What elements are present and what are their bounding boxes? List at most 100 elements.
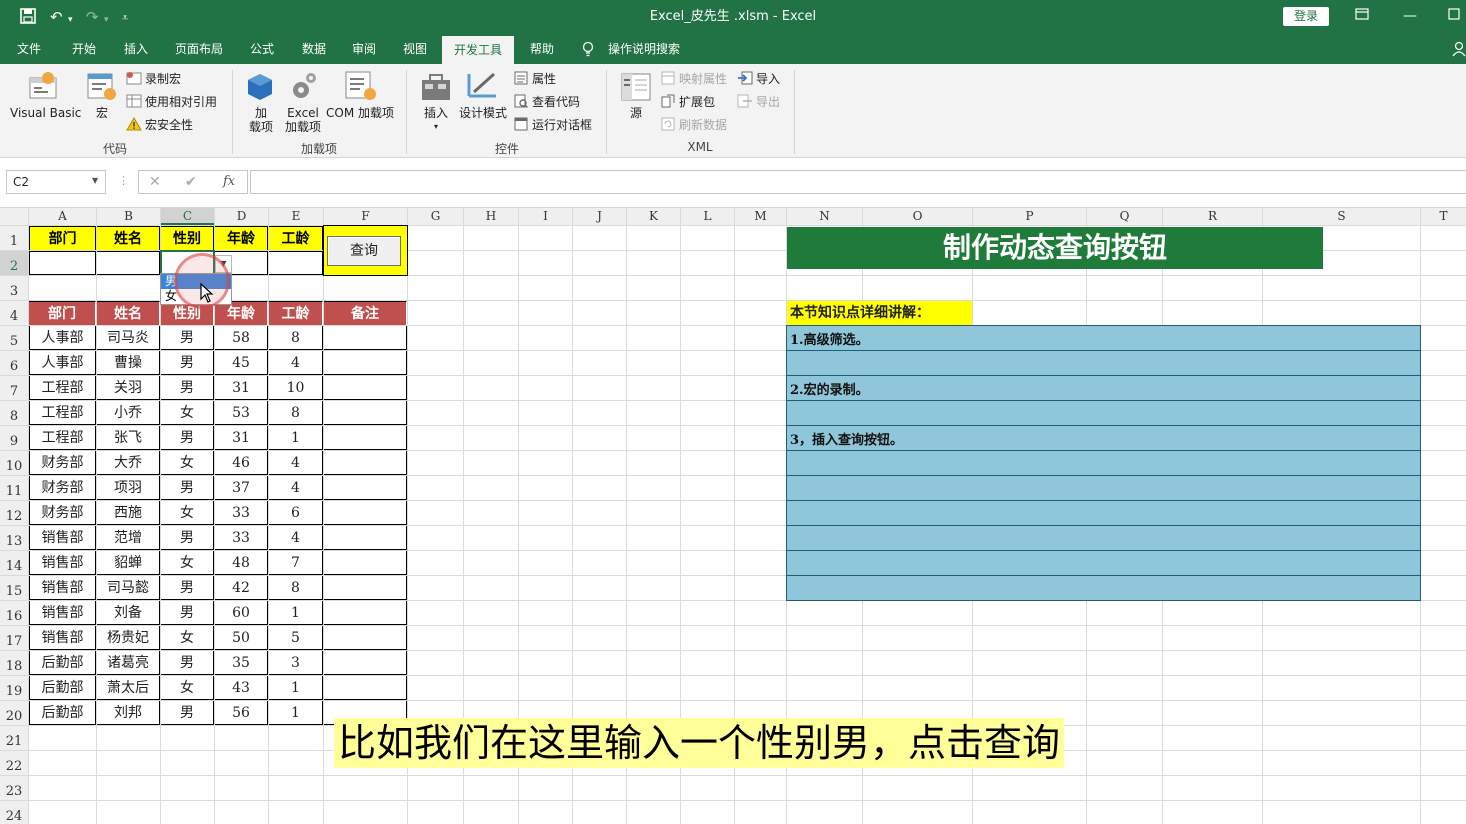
table-cell[interactable]: 司马懿 [97, 576, 160, 600]
table-cell[interactable] [324, 376, 407, 400]
criteria-header-cell[interactable]: 性别 [161, 226, 214, 250]
table-cell[interactable]: 范增 [97, 526, 160, 550]
knowledge-row[interactable] [786, 575, 1421, 601]
column-header-r[interactable]: R [1163, 208, 1262, 225]
row-header-20[interactable]: 20 [0, 701, 28, 725]
table-cell[interactable]: 关羽 [97, 376, 160, 400]
table-cell[interactable]: 工程部 [29, 401, 96, 425]
table-cell[interactable]: 女 [161, 551, 214, 575]
table-cell[interactable]: 小乔 [97, 401, 160, 425]
table-cell[interactable]: 6 [269, 501, 323, 525]
refresh-data-button[interactable]: 刷新数据 [679, 118, 727, 132]
table-cell[interactable]: 男 [161, 701, 214, 725]
knowledge-row[interactable] [786, 400, 1421, 426]
table-cell[interactable]: 男 [161, 376, 214, 400]
table-cell[interactable]: 刘邦 [97, 701, 160, 725]
table-cell[interactable] [324, 676, 407, 700]
tab-developer[interactable]: 开发工具 [442, 36, 514, 64]
table-cell[interactable]: 诸葛亮 [97, 651, 160, 675]
column-header-e[interactable]: E [269, 208, 323, 225]
table-cell[interactable]: 西施 [97, 501, 160, 525]
ribbon-display-icon[interactable] [1350, 6, 1374, 26]
query-button[interactable]: 查询 [327, 236, 401, 266]
macros-icon[interactable] [86, 70, 118, 105]
table-cell[interactable]: 37 [215, 476, 268, 500]
table-cell[interactable]: 男 [161, 526, 214, 550]
table-cell[interactable]: 31 [215, 376, 268, 400]
table-cell[interactable]: 销售部 [29, 526, 96, 550]
row-header-16[interactable]: 16 [0, 601, 28, 625]
column-header-q[interactable]: Q [1087, 208, 1162, 225]
table-cell[interactable] [324, 626, 407, 650]
enter-check-icon[interactable]: ✔ [185, 174, 197, 190]
visual-basic-button[interactable]: Visual Basic [10, 106, 81, 120]
xml-source-icon[interactable] [620, 72, 652, 105]
criteria-input-cell[interactable] [29, 251, 96, 275]
minimize-icon[interactable]: — [1398, 6, 1422, 26]
column-header-t[interactable]: T [1421, 208, 1466, 225]
knowledge-row[interactable] [786, 350, 1421, 376]
column-header-s[interactable]: S [1263, 208, 1420, 225]
table-cell[interactable] [324, 401, 407, 425]
criteria-input-cell[interactable] [269, 251, 323, 275]
table-cell[interactable]: 43 [215, 676, 268, 700]
table-cell[interactable]: 58 [215, 326, 268, 350]
row-header-5[interactable]: 5 [0, 326, 28, 350]
table-cell[interactable]: 8 [269, 576, 323, 600]
table-cell[interactable]: 4 [269, 526, 323, 550]
table-cell[interactable] [324, 576, 407, 600]
row-header-23[interactable]: 23 [0, 776, 28, 800]
table-cell[interactable]: 女 [161, 676, 214, 700]
table-cell[interactable]: 萧太后 [97, 676, 160, 700]
table-cell[interactable]: 销售部 [29, 601, 96, 625]
name-box[interactable]: C2 [6, 170, 106, 194]
criteria-header-cell[interactable]: 年龄 [215, 226, 268, 250]
table-cell[interactable]: 8 [269, 326, 323, 350]
column-header-m[interactable]: M [735, 208, 786, 225]
row-header-9[interactable]: 9 [0, 426, 28, 450]
visual-basic-icon[interactable] [28, 70, 60, 103]
table-cell[interactable]: 张飞 [97, 426, 160, 450]
relative-reference-button[interactable]: 使用相对引用 [145, 95, 217, 109]
table-cell[interactable]: 10 [269, 376, 323, 400]
knowledge-row[interactable] [786, 325, 1421, 351]
row-header-10[interactable]: 10 [0, 451, 28, 475]
table-cell[interactable]: 8 [269, 401, 323, 425]
knowledge-row[interactable] [786, 500, 1421, 526]
knowledge-row[interactable] [786, 525, 1421, 551]
table-cell[interactable]: 人事部 [29, 326, 96, 350]
table-header-cell[interactable]: 工龄 [269, 301, 323, 325]
share-icon[interactable] [1452, 41, 1466, 60]
table-cell[interactable]: 男 [161, 651, 214, 675]
row-header-8[interactable]: 8 [0, 401, 28, 425]
column-header-h[interactable]: H [464, 208, 518, 225]
row-header-1[interactable]: 1 [0, 226, 28, 250]
table-cell[interactable]: 3 [269, 651, 323, 675]
formula-input[interactable] [250, 170, 1466, 194]
excel-addins-button-line2[interactable]: 加载项 [282, 120, 324, 134]
excel-addins-gear-icon[interactable] [290, 70, 318, 105]
row-header-24[interactable]: 24 [0, 801, 28, 824]
insert-controls-icon[interactable] [420, 72, 452, 105]
table-cell[interactable]: 财务部 [29, 501, 96, 525]
table-cell[interactable] [324, 426, 407, 450]
table-cell[interactable]: 48 [215, 551, 268, 575]
column-header-n[interactable]: N [787, 208, 862, 225]
table-cell[interactable]: 1 [269, 676, 323, 700]
table-cell[interactable]: 1 [269, 601, 323, 625]
column-header-g[interactable]: G [408, 208, 463, 225]
row-header-6[interactable]: 6 [0, 351, 28, 375]
table-cell[interactable] [324, 601, 407, 625]
table-cell[interactable] [324, 501, 407, 525]
table-cell[interactable]: 刘备 [97, 601, 160, 625]
table-cell[interactable]: 4 [269, 451, 323, 475]
table-cell[interactable]: 35 [215, 651, 268, 675]
criteria-input-cell[interactable] [97, 251, 160, 275]
table-header-cell[interactable]: 姓名 [97, 301, 160, 325]
table-cell[interactable]: 男 [161, 426, 214, 450]
table-cell[interactable]: 财务部 [29, 476, 96, 500]
table-cell[interactable]: 后勤部 [29, 676, 96, 700]
table-cell[interactable]: 45 [215, 351, 268, 375]
table-cell[interactable]: 曹操 [97, 351, 160, 375]
table-cell[interactable]: 男 [161, 351, 214, 375]
